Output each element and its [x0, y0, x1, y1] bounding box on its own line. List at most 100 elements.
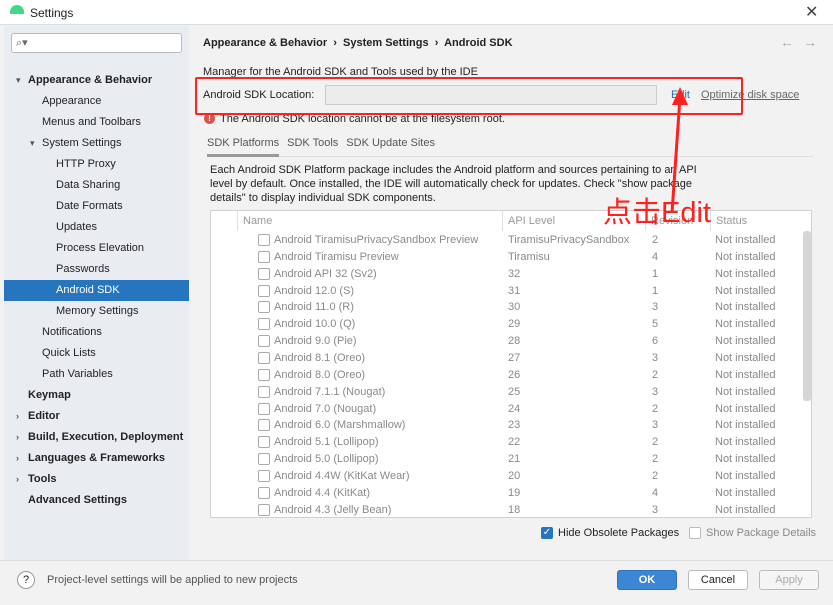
cell-api-level: 32 [508, 267, 521, 280]
cell-revision: 1 [652, 267, 659, 280]
table-row[interactable]: Android TiramisuPrivacySandbox Preview Ti… [211, 232, 803, 249]
ok-button[interactable]: OK [617, 570, 677, 590]
show-details-checkbox[interactable] [689, 527, 701, 539]
breadcrumb: Appearance & Behavior › System Settings … [203, 37, 513, 49]
hide-obsolete-checkbox[interactable]: ✓ [541, 527, 553, 539]
table-row[interactable]: Android 12.0 (S) 31 1 Not installed [211, 283, 803, 300]
chevron-right-icon[interactable]: › [16, 448, 19, 469]
tab-sdk-platforms[interactable]: SDK Platforms [207, 137, 280, 157]
sidebar-item-advanced-settings[interactable]: Advanced Settings [4, 490, 189, 511]
chevron-right-icon[interactable]: › [16, 469, 19, 490]
sidebar-item-date-formats[interactable]: Date Formats [4, 196, 189, 217]
back-arrow-icon[interactable]: ← [780, 34, 794, 50]
sidebar-item-appearance[interactable]: Appearance [4, 91, 189, 112]
cell-status: Not installed [715, 385, 776, 398]
apply-button[interactable]: Apply [759, 570, 819, 590]
help-button[interactable]: ? [17, 571, 35, 589]
cell-status: Not installed [715, 453, 776, 466]
cell-name: Android 8.1 (Oreo) [274, 351, 366, 364]
row-checkbox[interactable] [258, 335, 270, 348]
sidebar-item-updates[interactable]: Updates [4, 217, 189, 238]
tab-sdk-tools[interactable]: SDK Tools [287, 137, 338, 149]
table-row[interactable]: Android 6.0 (Marshmallow) 23 3 Not installe… [211, 417, 803, 434]
row-checkbox[interactable] [258, 301, 270, 314]
table-row[interactable]: Android 4.4 (KitKat) 19 4 Not installed [211, 485, 803, 502]
table-row[interactable]: Android Tiramisu Preview Tiramisu 4 Not ins… [211, 249, 803, 266]
row-checkbox[interactable] [258, 368, 270, 381]
sidebar-item-label: Advanced Settings [28, 494, 128, 506]
row-checkbox[interactable] [258, 267, 270, 280]
sidebar-item-quick-lists[interactable]: Quick Lists [4, 343, 189, 364]
sidebar-item-label: HTTP Proxy [56, 158, 116, 170]
cell-status: Not installed [715, 234, 776, 246]
table-row[interactable]: Android 10.0 (Q) 29 5 Not installed [211, 316, 803, 333]
cell-name: Android 7.0 (Nougat) [274, 402, 377, 415]
row-checkbox[interactable] [258, 486, 270, 499]
sidebar-item-http-proxy[interactable]: HTTP Proxy [4, 154, 189, 175]
chevron-down-icon[interactable]: ▾ [30, 133, 35, 154]
row-checkbox[interactable] [258, 234, 270, 246]
row-checkbox[interactable] [258, 469, 270, 482]
row-checkbox[interactable] [258, 402, 270, 415]
row-checkbox[interactable] [258, 318, 270, 331]
table-row[interactable]: Android 5.0 (Lollipop) 21 2 Not installed [211, 451, 803, 468]
table-row[interactable]: Android 8.1 (Oreo) 27 3 Not installed [211, 350, 803, 367]
row-checkbox[interactable] [258, 436, 270, 449]
row-checkbox[interactable] [258, 453, 270, 466]
sidebar-item-label: Appearance & Behavior [28, 74, 153, 86]
sidebar-item-passwords[interactable]: Passwords [4, 259, 189, 280]
cancel-button[interactable]: Cancel [688, 570, 748, 590]
chevron-down-icon[interactable]: ▾ [16, 70, 21, 91]
sidebar-item-appearance-behavior[interactable]: ▾ Appearance & Behavior [4, 70, 189, 91]
title-bar: Settings ✕ [0, 0, 833, 25]
cell-revision: 5 [652, 318, 659, 331]
sidebar-item-editor[interactable]: › Editor [4, 406, 189, 427]
cell-revision: 6 [652, 335, 659, 348]
chevron-right-icon[interactable]: › [16, 427, 19, 448]
table-row[interactable]: Android 8.0 (Oreo) 26 2 Not installed [211, 367, 803, 384]
row-checkbox[interactable] [258, 385, 270, 398]
sidebar-item-tools[interactable]: › Tools [4, 469, 189, 490]
sidebar-item-notifications[interactable]: Notifications [4, 322, 189, 343]
sidebar-item-label: Tools [28, 473, 57, 485]
column-header-name[interactable]: Name [239, 211, 503, 231]
table-row[interactable]: Android 7.0 (Nougat) 24 2 Not installed [211, 401, 803, 418]
sidebar-item-keymap[interactable]: Keymap [4, 385, 189, 406]
row-checkbox[interactable] [258, 351, 270, 364]
android-logo-icon [10, 5, 24, 14]
cell-api-level: 19 [508, 486, 521, 499]
cell-status: Not installed [715, 503, 776, 516]
chevron-right-icon[interactable]: › [16, 406, 19, 427]
row-checkbox[interactable] [258, 284, 270, 297]
sidebar-item-data-sharing[interactable]: Data Sharing [4, 175, 189, 196]
close-icon[interactable]: ✕ [805, 2, 818, 22]
sidebar-item-path-variables[interactable]: Path Variables [4, 364, 189, 385]
sidebar-item-system-settings[interactable]: ▾ System Settings [4, 133, 189, 154]
sidebar-item-process-elevation[interactable]: Process Elevation [4, 238, 189, 259]
table-row[interactable]: Android 7.1.1 (Nougat) 25 3 Not installed [211, 384, 803, 401]
sidebar-item-languages-frameworks[interactable]: › Languages & Frameworks [4, 448, 189, 469]
table-row[interactable]: Android 4.3 (Jelly Bean) 18 3 Not installed [211, 502, 803, 517]
cell-api-level: 18 [508, 503, 521, 516]
sidebar-item-memory-settings[interactable]: Memory Settings [4, 301, 189, 322]
table-scrollbar[interactable] [803, 231, 811, 401]
table-row[interactable]: Android 11.0 (R) 30 3 Not installed [211, 299, 803, 316]
table-row[interactable]: Android 5.1 (Lollipop) 22 2 Not installed [211, 434, 803, 451]
forward-arrow-icon[interactable]: → [803, 34, 817, 50]
sidebar-item-menus-and-toolbars[interactable]: Menus and Toolbars [4, 112, 189, 133]
row-checkbox[interactable] [258, 250, 270, 263]
row-checkbox[interactable] [258, 503, 270, 516]
cell-revision: 2 [652, 368, 659, 381]
sidebar-item-android-sdk[interactable]: Android SDK [4, 280, 189, 301]
sdk-platforms-table: Name API Level Revision Status Android T… [210, 210, 812, 518]
tab-sdk-update-sites[interactable]: SDK Update Sites [346, 137, 435, 149]
table-row[interactable]: Android API 32 (Sv2) 32 1 Not installed [211, 266, 803, 283]
column-header-status[interactable]: Status [712, 211, 811, 231]
cell-api-level: TiramisuPrivacySandbox [508, 234, 630, 246]
search-input[interactable]: ⌕▾ [11, 33, 182, 53]
sidebar-item-label: Keymap [28, 389, 71, 401]
table-row[interactable]: Android 9.0 (Pie) 28 6 Not installed [211, 333, 803, 350]
sidebar-item-build-execution-deployment[interactable]: › Build, Execution, Deployment [4, 427, 189, 448]
table-row[interactable]: Android 4.4W (KitKat Wear) 20 2 Not install… [211, 468, 803, 485]
row-checkbox[interactable] [258, 419, 270, 432]
